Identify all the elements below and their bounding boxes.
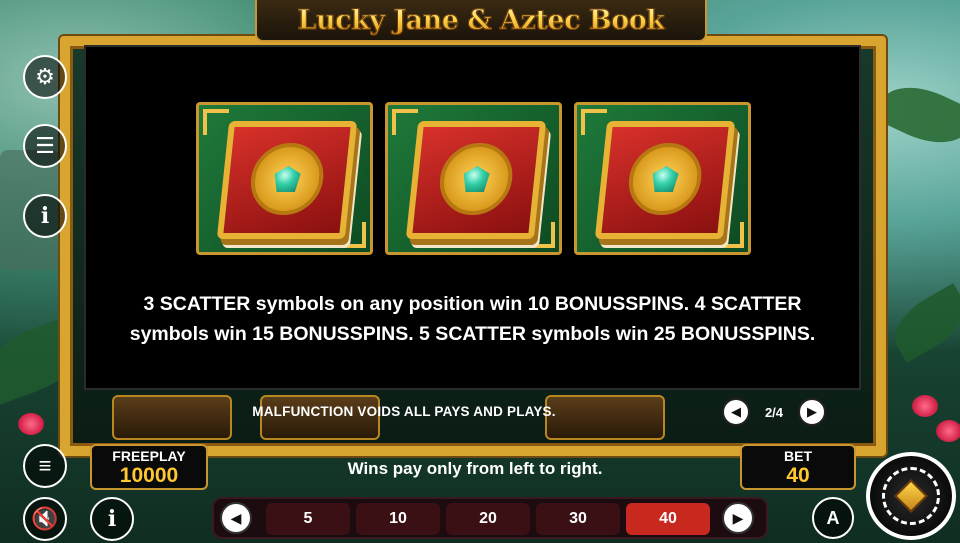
gear-icon: ⚙ bbox=[35, 64, 55, 89]
bet-option[interactable]: 10 bbox=[356, 503, 440, 535]
prev-page-button[interactable]: ◀ bbox=[722, 398, 750, 426]
scatter-symbols bbox=[196, 102, 751, 255]
mute-button[interactable]: 🔇 bbox=[23, 497, 67, 541]
flower-decoration bbox=[912, 395, 938, 417]
info-icon: i bbox=[107, 506, 117, 532]
arrow-right-icon: ▶ bbox=[807, 404, 817, 419]
bet-increase-button[interactable]: ▶ bbox=[722, 502, 754, 534]
menu-button[interactable]: ≡ bbox=[23, 444, 67, 488]
bet-option[interactable]: 20 bbox=[446, 503, 530, 535]
paytable-panel: 3 SCATTER symbols on any position win 10… bbox=[84, 45, 861, 390]
aztec-book-icon bbox=[594, 121, 736, 239]
page-indicator: 2/4 bbox=[764, 404, 784, 420]
info-icon: i bbox=[40, 203, 50, 229]
bet-value: 40 bbox=[786, 464, 810, 487]
emerald-gem-icon bbox=[273, 166, 302, 192]
game-title: Lucky Jane & Aztec Book bbox=[297, 4, 665, 36]
flower-decoration bbox=[936, 420, 960, 442]
emerald-gem-icon bbox=[651, 166, 680, 192]
autoplay-button[interactable]: A bbox=[812, 497, 854, 539]
coins-button[interactable]: ☰ bbox=[23, 124, 67, 168]
scatter-book-symbol bbox=[385, 102, 562, 255]
coins-icon: ☰ bbox=[35, 133, 55, 158]
info-button-bottom[interactable]: i bbox=[90, 497, 134, 541]
leaf-decoration bbox=[883, 283, 960, 363]
emerald-gem-icon bbox=[462, 166, 491, 192]
scatter-description: 3 SCATTER symbols on any position win 10… bbox=[129, 293, 816, 345]
bet-box: BET 40 bbox=[740, 444, 856, 490]
speaker-mute-icon: 🔇 bbox=[31, 506, 59, 531]
freeplay-box: FREEPLAY 10000 bbox=[90, 444, 208, 490]
bet-selector: ◀ 5 10 20 30 40 ▶ bbox=[212, 497, 768, 539]
freeplay-value: 10000 bbox=[119, 464, 179, 487]
settings-button[interactable]: ⚙ bbox=[23, 55, 67, 99]
scatter-book-symbol bbox=[574, 102, 751, 255]
bet-option[interactable]: 5 bbox=[266, 503, 350, 535]
paytable-pager: ◀ 2/4 ▶ bbox=[722, 398, 826, 426]
bet-label: BET bbox=[784, 448, 812, 464]
arrow-right-icon: ▶ bbox=[732, 509, 744, 526]
flower-decoration bbox=[18, 413, 44, 435]
wins-note: Wins pay only from left to right. bbox=[347, 459, 603, 478]
aztec-book-icon bbox=[405, 121, 547, 239]
spin-button[interactable] bbox=[866, 452, 956, 540]
info-button[interactable]: i bbox=[23, 194, 67, 238]
next-page-button[interactable]: ▶ bbox=[798, 398, 826, 426]
arrow-left-icon: ◀ bbox=[731, 404, 741, 419]
hamburger-icon: ≡ bbox=[38, 453, 52, 478]
game-logo: Lucky Jane & Aztec Book bbox=[255, 0, 707, 42]
cube-icon bbox=[894, 479, 928, 513]
autoplay-icon: A bbox=[826, 507, 840, 528]
leaf-decoration bbox=[873, 73, 960, 157]
bet-option-selected[interactable]: 40 bbox=[626, 503, 710, 535]
scatter-book-symbol bbox=[196, 102, 373, 255]
bet-decrease-button[interactable]: ◀ bbox=[220, 502, 252, 534]
spin-arrows-icon bbox=[882, 467, 940, 525]
freeplay-label: FREEPLAY bbox=[112, 448, 186, 464]
malfunction-notice: MALFUNCTION VOIDS ALL PAYS AND PLAYS. bbox=[252, 404, 556, 419]
bet-option[interactable]: 30 bbox=[536, 503, 620, 535]
aztec-book-icon bbox=[216, 121, 358, 239]
arrow-left-icon: ◀ bbox=[230, 509, 242, 526]
